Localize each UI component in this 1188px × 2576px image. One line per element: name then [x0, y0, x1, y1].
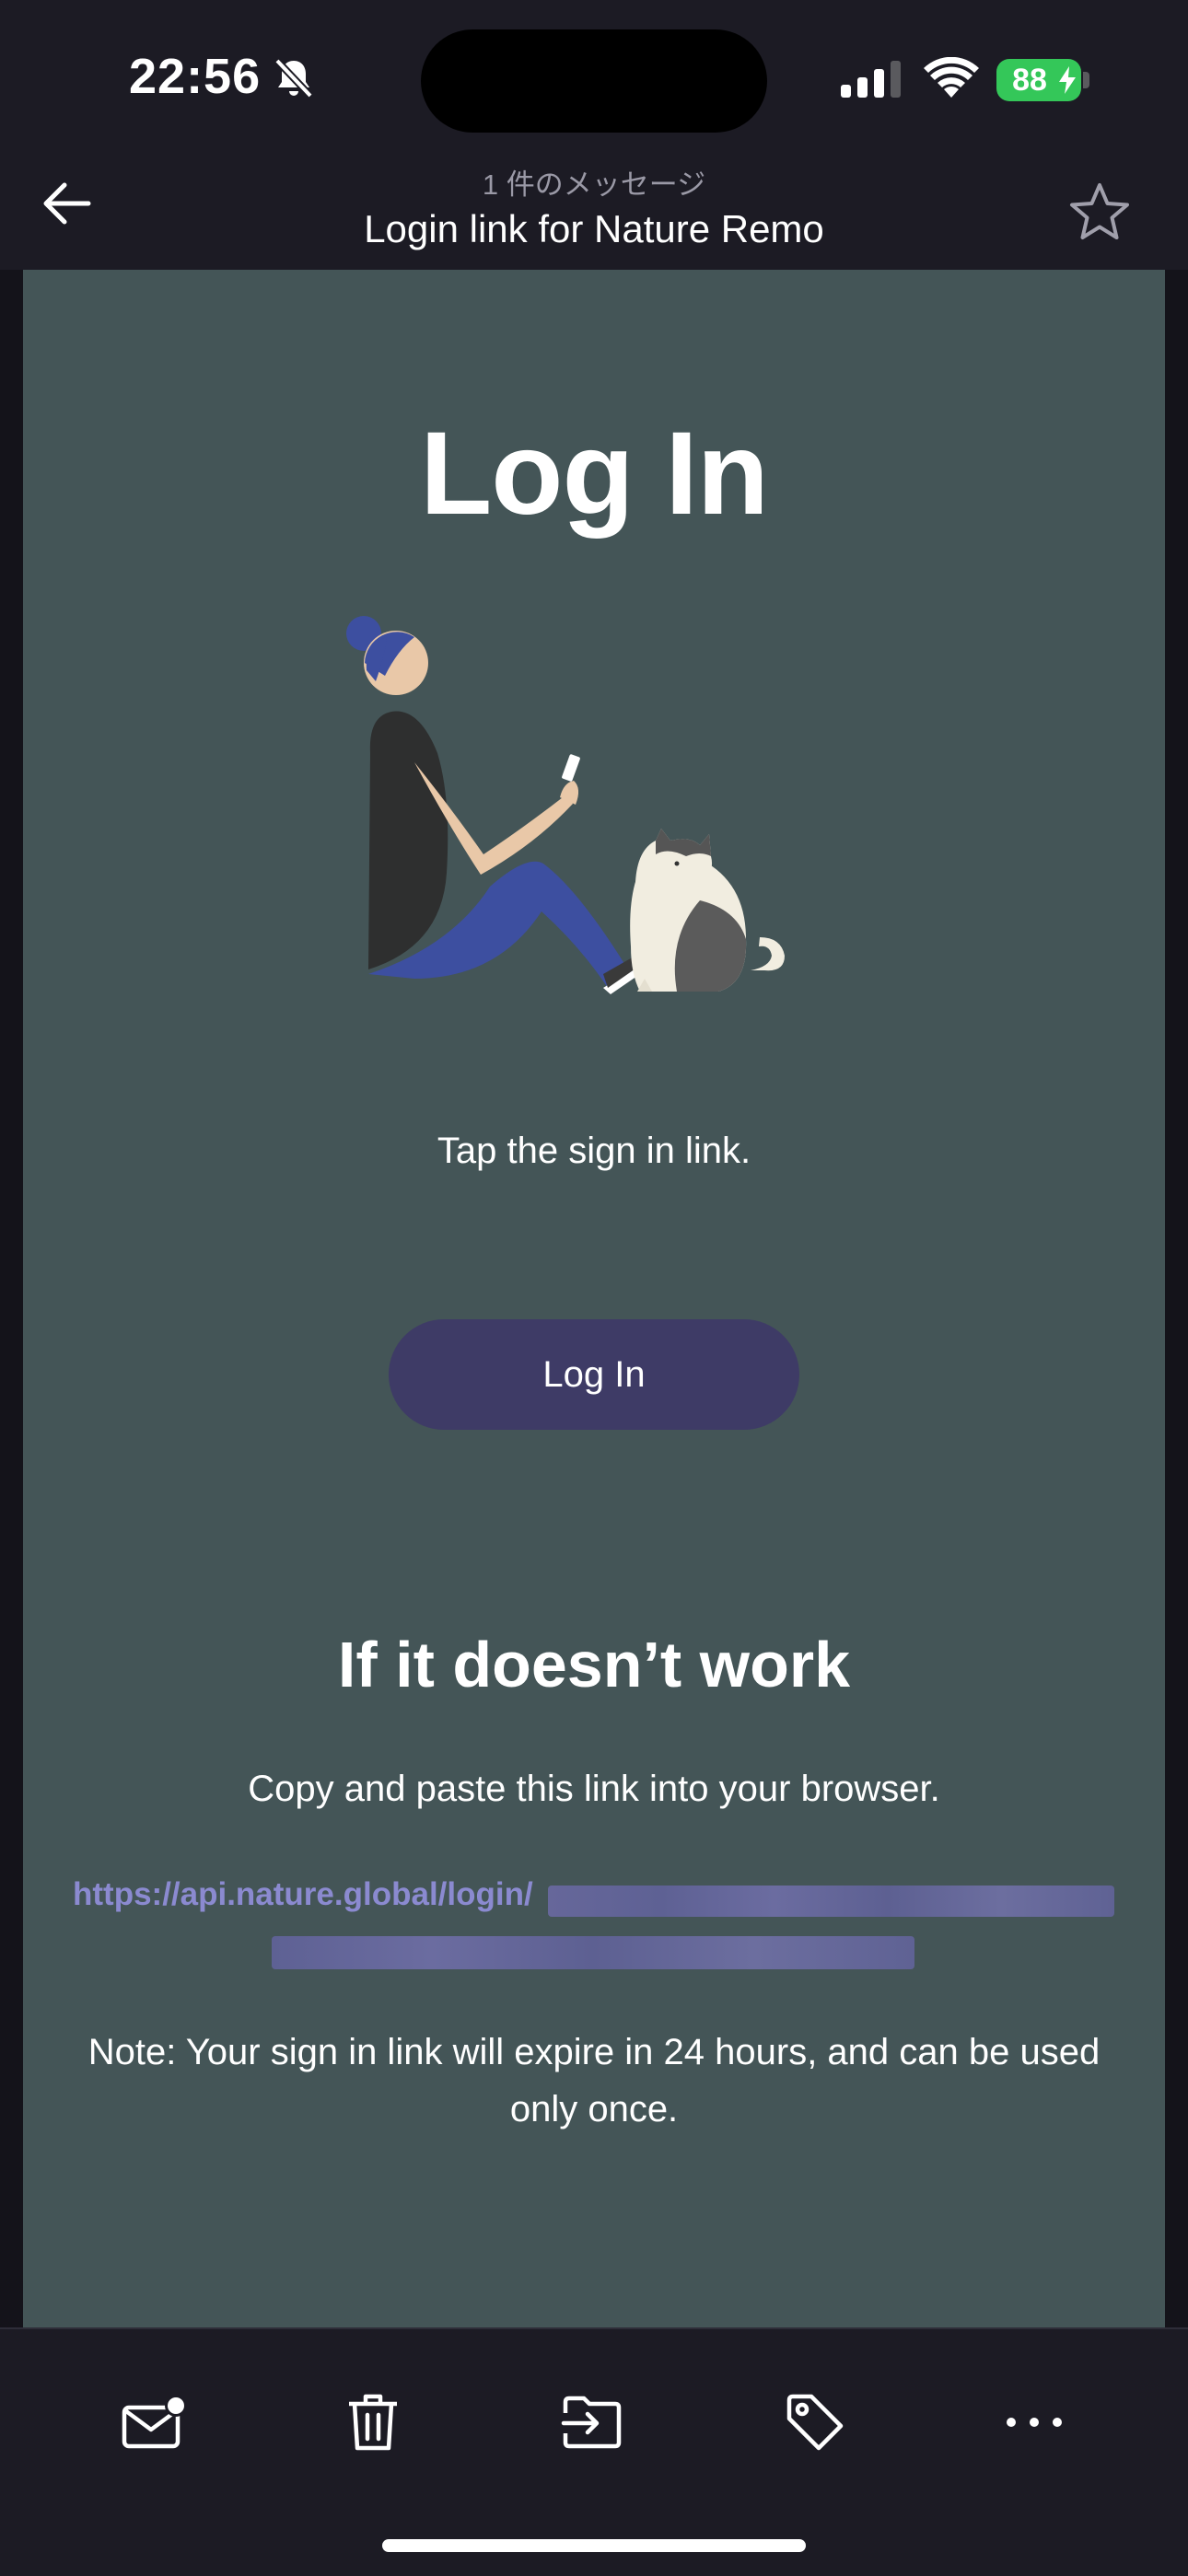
redacted-url-part[interactable] [548, 1886, 1114, 1917]
more-options-button[interactable] [993, 2381, 1076, 2464]
wifi-icon [924, 57, 979, 98]
trash-icon [349, 2394, 397, 2451]
expiry-note: Note: Your sign in link will expire in 2… [87, 2032, 1101, 2129]
label-button[interactable] [774, 2381, 856, 2464]
star-icon[interactable] [1068, 181, 1131, 242]
status-time: 22:56 [129, 49, 262, 104]
redacted-url-part[interactable] [272, 1936, 914, 1969]
move-to-folder-icon [561, 2396, 622, 2449]
message-header: 1 件のメッセージ Login link for Nature Remo [0, 161, 1188, 270]
bell-muted-icon [274, 58, 313, 99]
delete-button[interactable] [332, 2381, 414, 2464]
move-button[interactable] [552, 2381, 635, 2464]
tag-icon [786, 2394, 844, 2451]
fallback-instruction: Copy and paste this link into your brows… [248, 1769, 940, 1809]
dynamic-island [421, 29, 767, 133]
instruction-text: Tap the sign in link. [437, 1131, 751, 1171]
mark-unread-button[interactable] [112, 2381, 195, 2464]
home-indicator[interactable] [382, 2539, 806, 2552]
cellular-signal-icon [841, 61, 901, 98]
status-bar: 22:56 88 [0, 0, 1188, 161]
login-url-link[interactable]: https://api.nature.global/login/ [73, 1876, 533, 1913]
login-button[interactable]: Log In [389, 1319, 799, 1430]
battery-cap [1083, 72, 1089, 88]
more-icon [1007, 2418, 1062, 2427]
email-heading: Log In [420, 408, 769, 540]
battery-indicator: 88 [996, 59, 1081, 101]
fallback-heading: If it doesn’t work [337, 1629, 851, 1700]
charging-bolt-icon [1059, 66, 1076, 94]
message-count: 1 件のメッセージ [482, 168, 706, 201]
email-body: Log In Tap the sign in link. Log In If i… [23, 270, 1165, 2327]
battery-level: 88 [1012, 63, 1047, 98]
page-title: Login link for Nature Remo [364, 207, 824, 250]
mail-unread-icon [122, 2395, 187, 2449]
